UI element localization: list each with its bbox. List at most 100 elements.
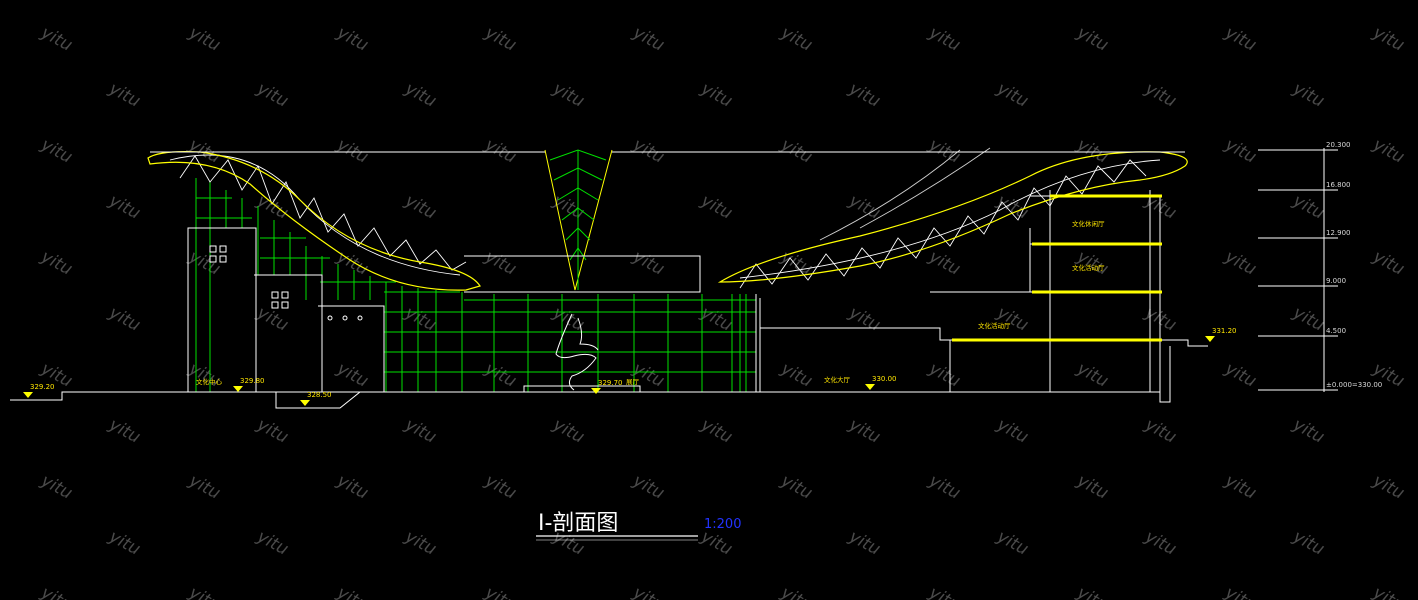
room-label: 文化活动厅 bbox=[1072, 263, 1105, 272]
watermark-text: yitu bbox=[1289, 526, 1328, 559]
watermark-text: yitu bbox=[925, 582, 964, 600]
watermark-text: yitu bbox=[105, 526, 144, 559]
watermark-text: yitu bbox=[1141, 526, 1180, 559]
watermark-text: yitu bbox=[1369, 246, 1408, 279]
elevation-triangle bbox=[591, 388, 601, 394]
watermark-text: yitu bbox=[1369, 134, 1408, 167]
watermark-text: yitu bbox=[253, 414, 292, 447]
watermark-text: yitu bbox=[925, 246, 964, 279]
watermark-text: yitu bbox=[1289, 414, 1328, 447]
watermark-text: yitu bbox=[37, 246, 76, 279]
elevation-label: 329.80 bbox=[240, 377, 265, 385]
watermark-text: yitu bbox=[1221, 358, 1260, 391]
watermark-text: yitu bbox=[105, 414, 144, 447]
watermark-text: yitu bbox=[1289, 78, 1328, 111]
elevation-triangle bbox=[233, 386, 243, 392]
elevation-triangle bbox=[300, 400, 310, 406]
watermark-text: yitu bbox=[549, 414, 588, 447]
watermark-text: yitu bbox=[1073, 134, 1112, 167]
watermark-text: yitu bbox=[37, 582, 76, 600]
watermark-text: yitu bbox=[401, 190, 440, 223]
watermark-text: yitu bbox=[1073, 246, 1112, 279]
elevation-label: 331.20 bbox=[1212, 327, 1237, 335]
watermark-text: yitu bbox=[481, 470, 520, 503]
watermark-text: yitu bbox=[1221, 134, 1260, 167]
watermark-text: yitu bbox=[777, 134, 816, 167]
watermark-text: yitu bbox=[185, 582, 224, 600]
watermark-text: yitu bbox=[629, 358, 668, 391]
watermark-text: yitu bbox=[1221, 582, 1260, 600]
room-labels: 文化中心 展厅 文化大厅 文化活动厅 文化休闲厅文化活动厅 bbox=[196, 219, 1105, 386]
level-lines: 20.300 16.800 12.900 9.000 4.500 ±0.000=330.0… bbox=[1258, 141, 1382, 392]
watermark-text: yitu bbox=[185, 246, 224, 279]
watermark-text: yitu bbox=[481, 582, 520, 600]
elevation-label: 329.20 bbox=[30, 383, 55, 391]
watermark-text: yitu bbox=[401, 302, 440, 335]
watermark-text: yitu bbox=[333, 470, 372, 503]
watermark-text: yitu bbox=[993, 78, 1032, 111]
elevation-label: 328.50 bbox=[307, 391, 332, 399]
watermark-text: yitu bbox=[845, 414, 884, 447]
watermark-text: yitu bbox=[333, 134, 372, 167]
watermark-text: yitu bbox=[925, 470, 964, 503]
watermark-text: yitu bbox=[401, 78, 440, 111]
room-label: 文化活动厅 bbox=[978, 321, 1011, 330]
level-label: 12.900 bbox=[1326, 229, 1351, 237]
watermark-text: yitu bbox=[629, 582, 668, 600]
watermark-text: yitu bbox=[1289, 302, 1328, 335]
watermark-text: yitu bbox=[697, 78, 736, 111]
watermark-text: yitu bbox=[185, 22, 224, 55]
watermark-text: yitu bbox=[629, 134, 668, 167]
watermark-text: yitu bbox=[1141, 414, 1180, 447]
elevation-triangle bbox=[865, 384, 875, 390]
watermark-text: yitu bbox=[333, 246, 372, 279]
watermark-text: yitu bbox=[1221, 22, 1260, 55]
watermark-text: yitu bbox=[993, 190, 1032, 223]
watermark-text: yitu bbox=[925, 22, 964, 55]
room-label: 文化中心 bbox=[196, 377, 223, 386]
watermark-text: yitu bbox=[1073, 582, 1112, 600]
watermark-text: yitu bbox=[1221, 470, 1260, 503]
drawing-title: I-剖面图 bbox=[538, 511, 618, 536]
watermark-text: yitu bbox=[777, 358, 816, 391]
watermark-text: yitu bbox=[185, 470, 224, 503]
level-label: 16.800 bbox=[1326, 181, 1351, 189]
watermark-text: yitu bbox=[697, 302, 736, 335]
watermark-text: yitu bbox=[1073, 470, 1112, 503]
watermark-text: yitu bbox=[185, 358, 224, 391]
room-label: 展厅 bbox=[626, 378, 640, 386]
watermark-text: yitu bbox=[1073, 22, 1112, 55]
central-skylight bbox=[544, 149, 613, 291]
watermark-text: yitu bbox=[629, 22, 668, 55]
watermark-text: yitu bbox=[401, 526, 440, 559]
watermark-text: yitu bbox=[777, 582, 816, 600]
watermark-text: yitu bbox=[333, 582, 372, 600]
watermark-text: yitu bbox=[629, 470, 668, 503]
watermark-text: yitu bbox=[37, 134, 76, 167]
watermark-text: yitu bbox=[1141, 78, 1180, 111]
watermark-text: yitu bbox=[629, 246, 668, 279]
watermark-text: yitu bbox=[777, 22, 816, 55]
level-label: ±0.000=330.00 bbox=[1326, 381, 1382, 389]
watermark-text: yitu bbox=[549, 302, 588, 335]
elevation-label: 329.70 bbox=[598, 379, 623, 387]
watermark-text: yitu bbox=[481, 134, 520, 167]
watermark-text: yitu bbox=[481, 358, 520, 391]
elevation-triangle bbox=[23, 392, 33, 398]
level-label: 9.000 bbox=[1326, 277, 1346, 285]
elevation-label: 330.00 bbox=[872, 375, 897, 383]
level-label: 20.300 bbox=[1326, 141, 1351, 149]
watermark-text: yitu bbox=[697, 414, 736, 447]
watermark-text: yitu bbox=[845, 302, 884, 335]
drawing-scale: 1:200 bbox=[704, 517, 741, 532]
level-label: 4.500 bbox=[1326, 327, 1346, 335]
watermark-text: yitu bbox=[993, 414, 1032, 447]
watermark-text: yitu bbox=[105, 78, 144, 111]
watermark-text: yitu bbox=[1369, 22, 1408, 55]
watermark-layer: yitu yitu yitu yitu yitu yitu yitu yitu yitu yitu… bbox=[37, 22, 1408, 600]
watermark-text: yitu bbox=[1221, 246, 1260, 279]
roof-outline bbox=[147, 151, 1188, 291]
watermark-text: yitu bbox=[777, 470, 816, 503]
room-label: 文化大厅 bbox=[824, 375, 851, 384]
elevation-triangle bbox=[1205, 336, 1215, 342]
